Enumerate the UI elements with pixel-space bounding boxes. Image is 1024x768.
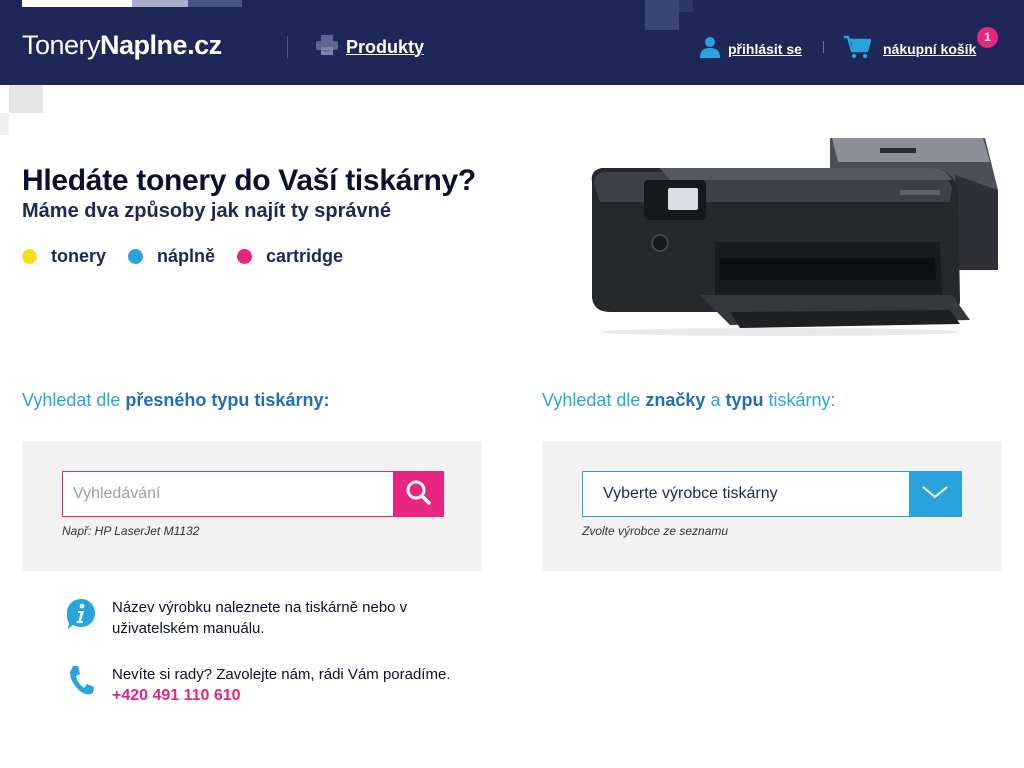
logo-light-text: Tonery	[22, 30, 101, 60]
help-text-block: Nevíte si rady? Zavolejte nám, rádi Vám …	[112, 664, 450, 706]
phone-icon	[64, 664, 98, 696]
chevron-down-icon	[921, 484, 949, 504]
pink-dot-icon	[237, 249, 253, 264]
title-prefix: Vyhledat dle	[542, 390, 646, 410]
search-button[interactable]	[393, 472, 443, 516]
title-suffix: tiskárny:	[763, 390, 836, 410]
legend-label: náplně	[157, 246, 216, 266]
legend-item-tonery: tonery	[22, 246, 106, 267]
header-decoration	[645, 0, 679, 30]
page-decoration	[0, 113, 9, 135]
legend-item-naplne: náplně	[128, 246, 215, 267]
header-decoration	[22, 0, 132, 7]
cart-count-badge: 1	[977, 27, 998, 48]
select-hint: Zvolte výrobce ze seznamu	[582, 524, 729, 538]
search-hint: Např: HP LaserJet M1132	[62, 524, 200, 538]
page-decoration	[9, 85, 43, 113]
manufacturer-select[interactable]: Vyberte výrobce tiskárny	[582, 471, 962, 517]
printer-image	[580, 130, 1010, 340]
model-search-input[interactable]	[63, 472, 393, 516]
title-bold-brand: značky	[645, 390, 706, 410]
hero-subtitle: Máme dva způsoby jak najít ty správné	[22, 200, 392, 222]
search-by-brand-title: Vyhledat dle značky a typu tiskárny:	[542, 390, 836, 411]
model-info-note: Název výrobku naleznete na tiskárně nebo…	[64, 597, 422, 639]
legend-label: tonery	[51, 246, 107, 266]
login-label: přihlásit se	[728, 41, 802, 57]
dropdown-button[interactable]	[909, 472, 961, 516]
login-link[interactable]: přihlásit se	[699, 36, 802, 62]
nav-products-label: Produkty	[346, 36, 425, 57]
cart-label: nákupní košík	[883, 41, 977, 57]
header-divider	[287, 36, 288, 58]
manufacturer-select-value: Vyberte výrobce tiskárny	[603, 485, 778, 502]
title-middle: a	[705, 390, 726, 410]
legend-label: cartridge	[266, 246, 344, 266]
cart-link[interactable]: nákupní košík	[843, 35, 976, 63]
title-bold-type: typu	[725, 390, 764, 410]
cart-icon	[843, 35, 872, 63]
help-text: Nevíte si rady? Zavolejte nám, rádi Vám …	[112, 666, 451, 683]
help-note: Nevíte si rady? Zavolejte nám, rádi Vám …	[64, 664, 450, 706]
logo-bold-text: Naplne.cz	[100, 30, 222, 60]
blue-dot-icon	[128, 249, 144, 264]
site-logo[interactable]: ToneryNaplne.cz	[22, 30, 222, 61]
legend-item-cartridge: cartridge	[237, 246, 343, 267]
yellow-dot-icon	[22, 249, 37, 264]
search-by-model-title: Vyhledat dle přesného typu tiskárny:	[22, 390, 329, 411]
search-icon	[405, 479, 431, 509]
title-bold: přesného typu tiskárny:	[125, 390, 330, 410]
info-icon	[64, 597, 98, 631]
site-header: ToneryNaplne.cz Produkty přihlásit se ná…	[0, 0, 1024, 85]
hero-title: Hledáte tonery do Vaší tiskárny?	[22, 164, 476, 197]
model-search-form	[62, 471, 444, 517]
nav-products-link[interactable]: Produkty	[316, 35, 424, 59]
header-decoration	[132, 0, 188, 7]
header-decoration	[188, 0, 242, 7]
user-icon	[699, 36, 721, 62]
header-divider	[823, 41, 824, 53]
printer-icon	[316, 35, 338, 59]
product-type-legend: tonery náplně cartridge	[22, 246, 365, 267]
title-prefix: Vyhledat dle	[22, 390, 126, 410]
phone-number-link[interactable]: +420 491 110 610	[112, 685, 450, 706]
model-info-text: Název výrobku naleznete na tiskárně nebo…	[112, 599, 408, 637]
header-decoration	[679, 0, 693, 12]
